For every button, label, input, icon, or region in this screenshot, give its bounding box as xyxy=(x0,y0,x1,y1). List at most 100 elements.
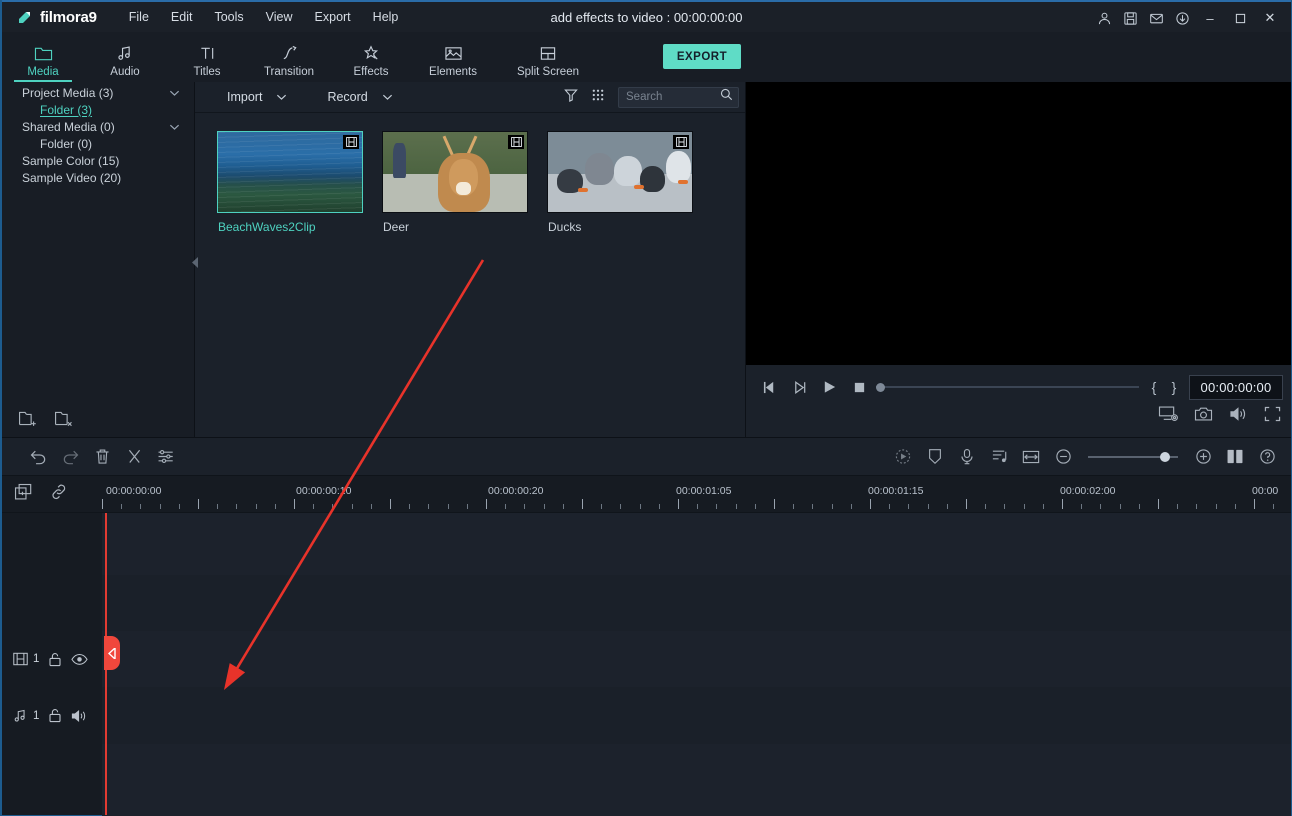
add-track-icon[interactable] xyxy=(14,483,33,506)
tab-split-screen[interactable]: Split Screen xyxy=(494,32,602,82)
menu-export[interactable]: Export xyxy=(305,6,361,28)
split-screen-icon xyxy=(539,43,557,63)
sidebar-item-sample-video[interactable]: Sample Video (20) xyxy=(2,169,194,186)
sidebar-item-folder-project[interactable]: Folder (3) xyxy=(2,101,194,118)
timeline-zoom-slider[interactable] xyxy=(1088,442,1178,472)
title-bar-actions: – ✕ xyxy=(1091,2,1285,34)
export-button[interactable]: EXPORT xyxy=(663,44,741,69)
split-button[interactable] xyxy=(118,442,150,472)
account-icon[interactable] xyxy=(1091,2,1117,34)
menu-edit[interactable]: Edit xyxy=(161,6,203,28)
media-item-deer[interactable]: Deer xyxy=(382,131,528,234)
import-button[interactable]: Import xyxy=(221,82,293,113)
timeline-lane-audio-1[interactable] xyxy=(102,687,1291,744)
chevron-down-icon[interactable] xyxy=(169,86,180,100)
preview-timecode[interactable]: 00:00:00:00 xyxy=(1189,375,1283,400)
track-number: 1 xyxy=(33,710,39,722)
filmora-app-window: filmora9 File Edit Tools View Export Hel… xyxy=(0,0,1292,816)
tab-elements[interactable]: Elements xyxy=(412,32,494,82)
volume-icon[interactable] xyxy=(1229,406,1248,427)
zoom-knob[interactable] xyxy=(1160,452,1170,462)
ruler-label: 00:00:00:10 xyxy=(296,485,351,497)
speaker-icon[interactable] xyxy=(71,709,88,723)
search-box[interactable] xyxy=(618,87,739,108)
delete-folder-icon[interactable] xyxy=(54,409,74,432)
undo-button[interactable] xyxy=(22,442,54,472)
play-button[interactable] xyxy=(814,373,844,401)
sidebar-item-project-media[interactable]: Project Media (3) xyxy=(2,84,194,101)
playback-controls-row: { } 00:00:00:00 xyxy=(746,371,1291,403)
media-thumbnail[interactable] xyxy=(382,131,528,213)
audio-mixer-button[interactable] xyxy=(983,442,1015,472)
new-folder-icon[interactable] xyxy=(18,409,38,432)
delete-button[interactable] xyxy=(86,442,118,472)
chevron-down-icon[interactable] xyxy=(382,90,393,104)
marker-button[interactable] xyxy=(919,442,951,472)
mark-out-button[interactable]: } xyxy=(1164,373,1184,401)
record-button[interactable]: Record xyxy=(321,82,398,113)
render-preview-button[interactable] xyxy=(887,442,919,472)
menu-tools[interactable]: Tools xyxy=(204,6,253,28)
close-button[interactable]: ✕ xyxy=(1255,2,1285,34)
help-button[interactable] xyxy=(1251,442,1283,472)
menu-view[interactable]: View xyxy=(256,6,303,28)
chevron-down-icon[interactable] xyxy=(276,90,287,104)
zoom-in-button[interactable] xyxy=(1187,442,1219,472)
seek-knob[interactable] xyxy=(876,383,885,392)
zoom-out-button[interactable] xyxy=(1047,442,1079,472)
previous-frame-button[interactable] xyxy=(754,373,784,401)
next-frame-button[interactable] xyxy=(784,373,814,401)
filter-icon[interactable] xyxy=(564,88,578,107)
video-badge-icon xyxy=(673,135,689,149)
sidebar-item-folder-shared[interactable]: Folder (0) xyxy=(2,135,194,152)
tab-audio[interactable]: Audio xyxy=(84,32,166,82)
media-folder-tree: Project Media (3) Folder (3) Shared Medi… xyxy=(2,82,194,186)
snapshot-icon[interactable] xyxy=(1194,406,1213,427)
minimize-button[interactable]: – xyxy=(1195,2,1225,34)
mail-icon[interactable] xyxy=(1143,2,1169,34)
timeline-lane-upper[interactable] xyxy=(102,513,1291,575)
tab-transition[interactable]: Transition xyxy=(248,32,330,82)
link-icon[interactable] xyxy=(50,483,68,506)
playhead-collapse-tab[interactable] xyxy=(104,636,120,670)
sidebar-item-sample-color[interactable]: Sample Color (15) xyxy=(2,152,194,169)
tab-effects[interactable]: Effects xyxy=(330,32,412,82)
display-settings-icon[interactable] xyxy=(1158,405,1178,427)
timeline-lane-video-1[interactable] xyxy=(102,631,1291,687)
adjust-button[interactable] xyxy=(150,442,182,472)
search-icon[interactable] xyxy=(720,88,733,106)
menu-file[interactable]: File xyxy=(119,6,159,28)
download-icon[interactable] xyxy=(1169,2,1195,34)
eye-icon[interactable] xyxy=(71,653,88,666)
split-view-button[interactable] xyxy=(1219,442,1251,472)
sidebar-item-shared-media[interactable]: Shared Media (0) xyxy=(2,118,194,135)
media-thumbnail[interactable] xyxy=(217,131,363,213)
preview-seek-slider[interactable] xyxy=(876,373,1139,401)
media-thumbnail[interactable] xyxy=(547,131,693,213)
fit-timeline-button[interactable] xyxy=(1015,442,1047,472)
lock-icon[interactable] xyxy=(48,708,62,723)
mark-in-button[interactable]: { xyxy=(1144,373,1164,401)
timeline-ruler[interactable]: 00:00:00:00 00:00:00:10 00:00:00:20 00:0… xyxy=(102,476,1291,513)
chevron-down-icon[interactable] xyxy=(169,120,180,134)
tab-media[interactable]: Media xyxy=(2,32,84,82)
fullscreen-icon[interactable] xyxy=(1264,406,1281,427)
save-icon[interactable] xyxy=(1117,2,1143,34)
media-library-sidebar: Project Media (3) Folder (3) Shared Medi… xyxy=(2,82,195,437)
media-item-ducks[interactable]: Ducks xyxy=(547,131,693,234)
video-preview-canvas[interactable] xyxy=(746,82,1291,365)
grid-view-icon[interactable] xyxy=(591,88,605,107)
maximize-button[interactable] xyxy=(1225,2,1255,34)
sidebar-collapse-handle[interactable] xyxy=(190,255,200,269)
timeline-lane-lower[interactable] xyxy=(102,744,1291,816)
stop-button[interactable] xyxy=(844,373,874,401)
voiceover-button[interactable] xyxy=(951,442,983,472)
redo-button[interactable] xyxy=(54,442,86,472)
playhead[interactable] xyxy=(105,513,107,815)
timeline-lane-effect[interactable] xyxy=(102,575,1291,631)
search-input[interactable] xyxy=(626,91,716,103)
tab-titles[interactable]: Titles xyxy=(166,32,248,82)
media-item-beachwaves2clip[interactable]: BeachWaves2Clip xyxy=(217,131,363,234)
lock-icon[interactable] xyxy=(48,652,62,667)
menu-help[interactable]: Help xyxy=(363,6,409,28)
